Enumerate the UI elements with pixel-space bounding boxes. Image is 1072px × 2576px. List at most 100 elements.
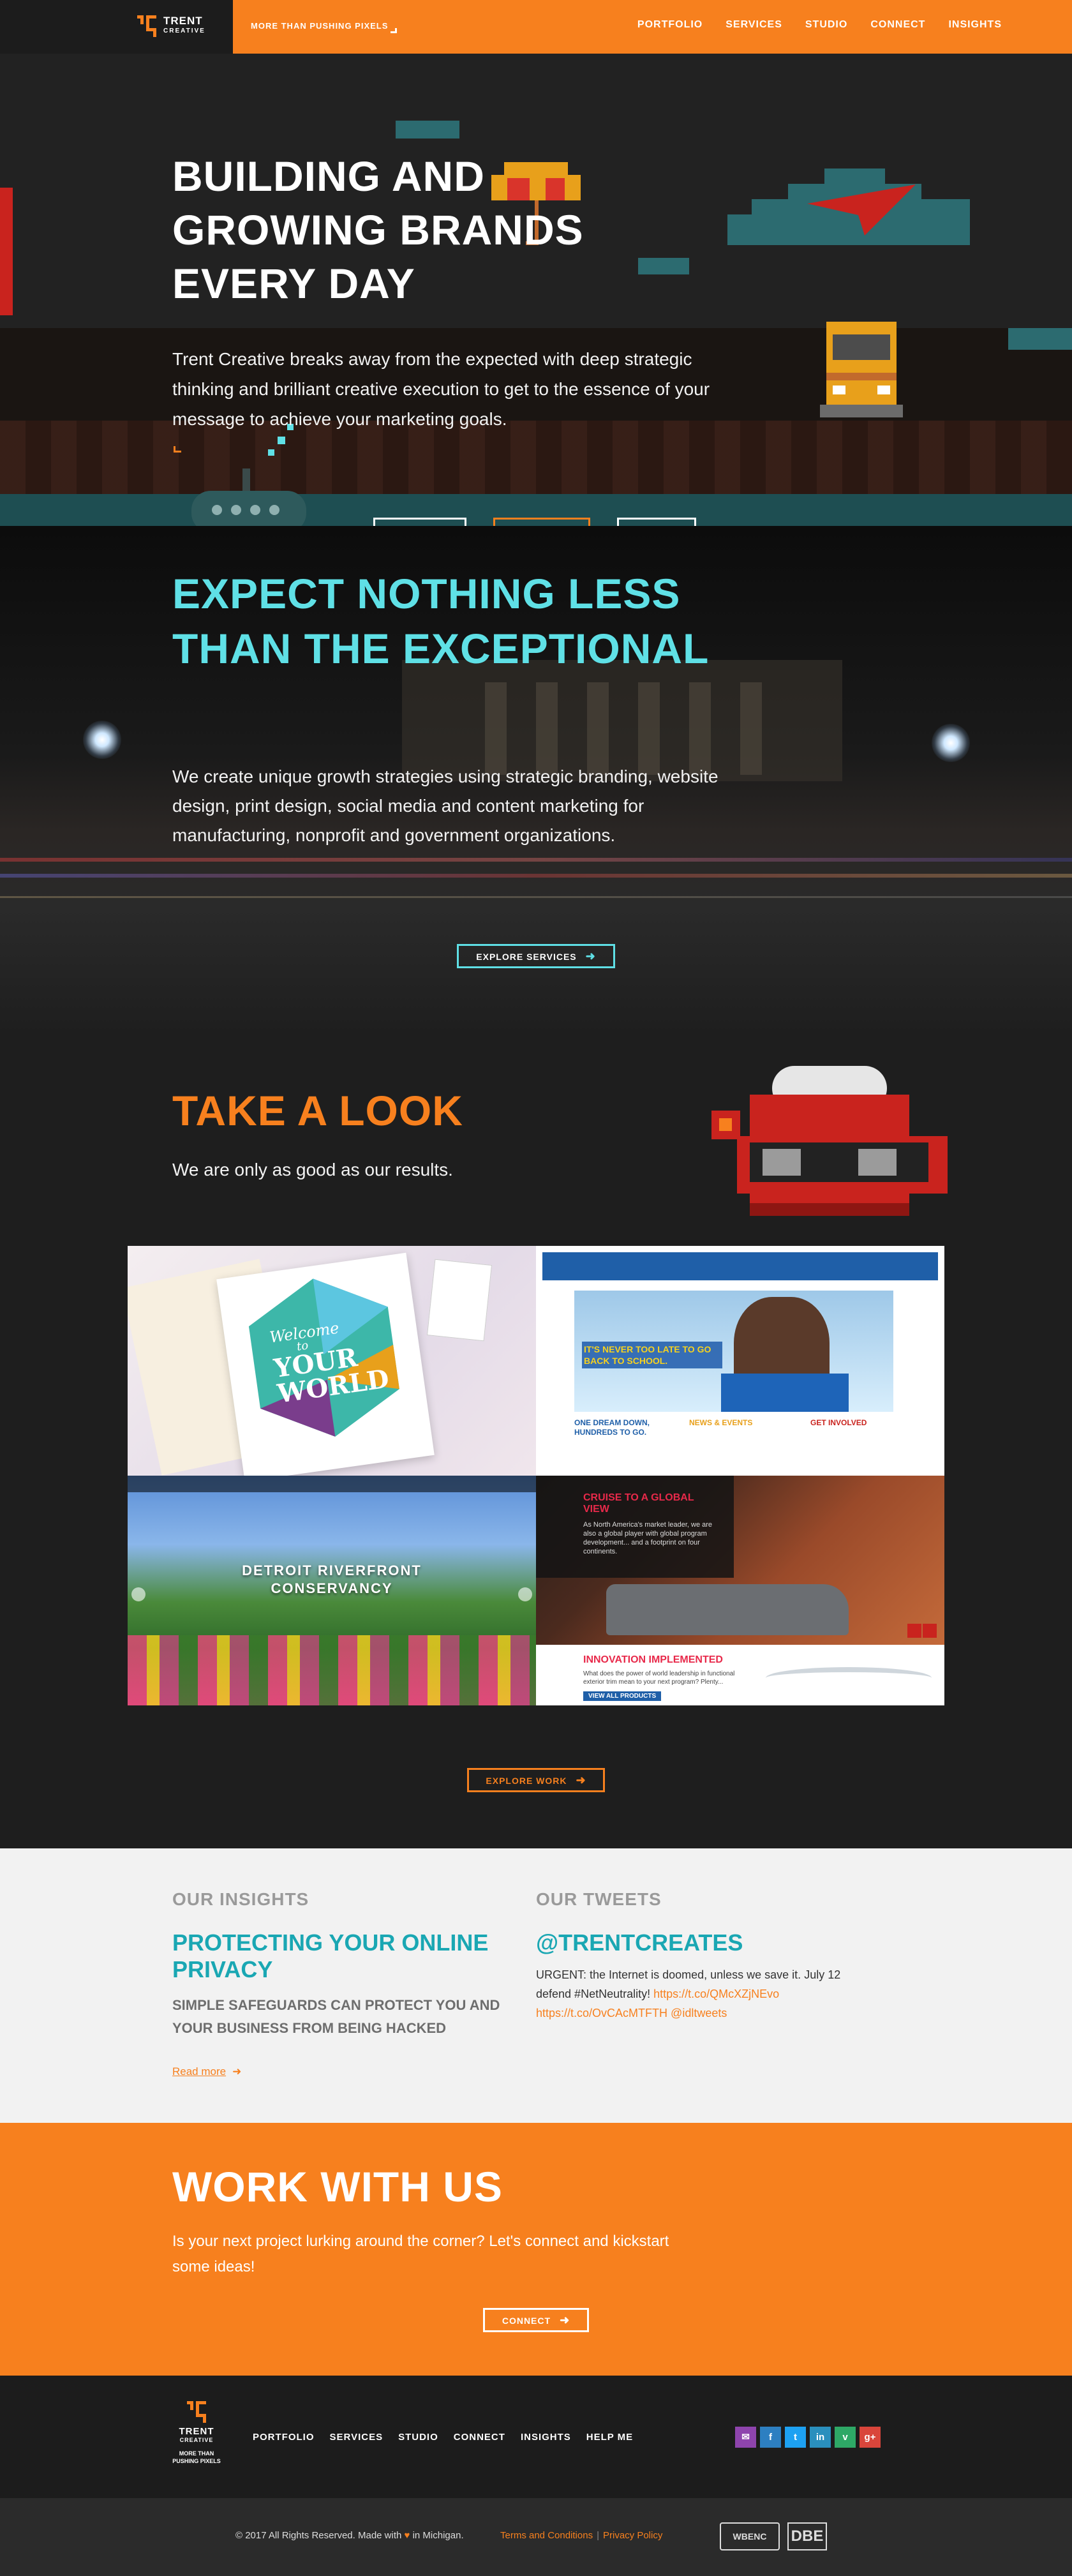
trent-logo-icon	[137, 15, 156, 37]
twitter-icon[interactable]: t	[785, 2427, 806, 2448]
footer-logo-wordmark: TRENT	[179, 2426, 214, 2437]
hug-me-button[interactable]: HUG ME	[617, 518, 696, 526]
building-column	[689, 682, 711, 775]
carousel-next-icon[interactable]	[518, 1587, 532, 1601]
terms-link[interactable]: Terms and Conditions	[500, 2530, 593, 2541]
portfolio-item-riverfront[interactable]: DETROIT RIVERFRONT CONSERVANCY	[128, 1476, 536, 1705]
site-col-2: NEWS & EVENTS	[689, 1418, 753, 1427]
connect-button[interactable]: CONNECT ➜	[483, 2308, 589, 2332]
main-nav: PORTFOLIO SERVICES STUDIO CONNECT INSIGH…	[637, 19, 1002, 31]
portfolio-item-trim-site[interactable]: CRUISE TO A GLOBAL VIEW As North America…	[536, 1476, 944, 1705]
light-trail	[0, 858, 1072, 862]
nav-services[interactable]: SERVICES	[726, 19, 782, 31]
logo-wordmark: TRENT	[163, 15, 203, 27]
contact-title: WORK WITH US	[172, 2163, 503, 2210]
connect-label: CONNECT	[502, 2316, 551, 2326]
linkedin-icon[interactable]: in	[810, 2427, 831, 2448]
footer-nav-studio[interactable]: STUDIO	[398, 2432, 438, 2443]
facebook-icon[interactable]: f	[760, 2427, 781, 2448]
explore-services-button[interactable]: EXPLORE SERVICES ➜	[457, 944, 615, 968]
footer-logo-subtitle: CREATIVE	[179, 2437, 214, 2443]
carousel-prev-icon[interactable]	[907, 1624, 921, 1638]
carousel-prev-icon[interactable]	[131, 1587, 145, 1601]
arrow-right-icon: ➜	[560, 2314, 570, 2326]
hero-buttons: WATCH ME SCROLL ME HUG ME	[373, 518, 696, 526]
contact-section: WORK WITH US Is your next project lurkin…	[0, 2123, 1072, 2376]
pixel-cloud-icon	[1008, 328, 1072, 350]
services-text: We create unique growth strategies using…	[172, 767, 718, 845]
pixel-paper-plane-icon	[807, 184, 916, 236]
site-headline: IT'S NEVER TOO LATE TO GO BACK TO SCHOOL…	[582, 1342, 722, 1368]
trent-logo-icon	[187, 2401, 206, 2423]
riverfront-title: DETROIT RIVERFRONT CONSERVANCY	[242, 1562, 422, 1596]
arrow-right-icon: ➜	[585, 950, 596, 962]
site-col-1: ONE DREAM DOWN, HUNDREDS TO GO.	[574, 1418, 650, 1437]
copyright-text: © 2017 All Rights Reserved. Made with	[235, 2530, 405, 2541]
site-footer: TRENT CREATIVE MORE THAN PUSHING PIXELS …	[0, 2376, 1072, 2498]
street-lamp-glow	[83, 721, 121, 759]
graduate-gown	[721, 1374, 849, 1412]
vimeo-icon[interactable]: v	[835, 2427, 856, 2448]
nav-connect[interactable]: CONNECT	[870, 19, 925, 31]
cruise-body: As North America's market leader, we are…	[583, 1521, 713, 1555]
innovation-body: What does the power of world leadership …	[583, 1670, 735, 1686]
flower-beds	[128, 1635, 536, 1705]
tweet-mention[interactable]: @idltweets	[671, 2007, 727, 2019]
portfolio-item-education-site[interactable]: IT'S NEVER TOO LATE TO GO BACK TO SCHOOL…	[536, 1246, 944, 1476]
view-all-products-link[interactable]: VIEW ALL PRODUCTS	[583, 1691, 662, 1701]
privacy-link[interactable]: Privacy Policy	[603, 2530, 662, 2541]
footer-logo[interactable]: TRENT CREATIVE MORE THAN PUSHING PIXELS	[171, 2401, 222, 2465]
nav-insights[interactable]: INSIGHTS	[948, 19, 1002, 31]
pixel-cloud-icon	[638, 258, 689, 274]
email-icon[interactable]: ✉	[735, 2427, 756, 2448]
pixel-cloud-icon	[396, 121, 459, 139]
hero-title: BUILDING AND GROWING BRANDS EVERY DAY	[172, 153, 584, 307]
footer-nav-services[interactable]: SERVICES	[330, 2432, 383, 2443]
footer-nav-help-me[interactable]: HELP ME	[586, 2432, 633, 2443]
light-trail	[0, 896, 1072, 898]
carousel-next-icon[interactable]	[923, 1624, 937, 1638]
footer-nav-insights[interactable]: INSIGHTS	[521, 2432, 571, 2443]
portfolio-item-welcome[interactable]: Welcome to YOUR WORLD	[128, 1246, 536, 1476]
insights-heading: OUR INSIGHTS	[172, 1889, 309, 1909]
wbenc-badge: WBENC	[720, 2522, 780, 2550]
brochure-cover: Welcome to YOUR WORLD	[216, 1252, 435, 1476]
copyright: © 2017 All Rights Reserved. Made with ♥ …	[235, 2530, 464, 2541]
tweet-link[interactable]: https://t.co/OvCAcMTFTH	[536, 2007, 667, 2019]
insight-title[interactable]: PROTECTING YOUR ONLINE PRIVACY	[172, 1929, 517, 1983]
read-more-label: Read more	[172, 2065, 227, 2078]
building-column	[536, 682, 558, 775]
explore-services-label: EXPLORE SERVICES	[476, 952, 577, 962]
logo-subtitle: CREATIVE	[163, 27, 205, 34]
footer-nav-portfolio[interactable]: PORTFOLIO	[253, 2432, 315, 2443]
nav-portfolio[interactable]: PORTFOLIO	[637, 19, 703, 31]
google-plus-icon[interactable]: g+	[860, 2427, 881, 2448]
scroll-me-button[interactable]: SCROLL ME	[493, 518, 590, 526]
site-col-3: GET INVOLVED	[810, 1418, 867, 1427]
hero-section: BUILDING AND GROWING BRANDS EVERY DAY Tr…	[0, 54, 1072, 526]
read-more-link[interactable]: Read more ➜	[172, 2065, 241, 2078]
tweet-link[interactable]: https://t.co/QMcXZjNEvo	[653, 1988, 779, 2000]
twitter-handle[interactable]: @TRENTCREATES	[536, 1929, 743, 1956]
portfolio-grid: Welcome to YOUR WORLD IT'S NEVER TOO LAT…	[128, 1246, 944, 1705]
explore-work-button[interactable]: EXPLORE WORK ➜	[467, 1768, 605, 1792]
watch-me-button[interactable]: WATCH ME	[373, 518, 466, 526]
services-section: EXPECT NOTHING LESS THAN THE EXCEPTIONAL…	[0, 526, 1072, 1035]
hero-intro: Trent Creative breaks away from the expe…	[172, 349, 710, 429]
footer-logo-tagline: MORE THAN PUSHING PIXELS	[172, 2450, 221, 2464]
footer-nav-connect[interactable]: CONNECT	[454, 2432, 505, 2443]
site-header-bar	[542, 1252, 938, 1280]
tweet-text: URGENT: the Internet is doomed, unless w…	[536, 1965, 868, 2023]
dbe-badge: DBE	[787, 2522, 827, 2550]
nav-studio[interactable]: STUDIO	[805, 19, 847, 31]
logo[interactable]: TRENT CREATIVE	[0, 0, 233, 54]
pixel-viewmaster-icon	[711, 1066, 948, 1216]
portfolio-title: TAKE A LOOK	[172, 1087, 463, 1134]
tagline: MORE THAN PUSHING PIXELS	[251, 21, 389, 31]
tweets-heading: OUR TWEETS	[536, 1889, 662, 1909]
social-links: ✉ f t in v g+	[735, 2427, 881, 2448]
portfolio-subtitle: We are only as good as our results.	[172, 1160, 453, 1179]
link-separator: |	[597, 2530, 599, 2541]
building-column	[587, 682, 609, 775]
copyright-location: in Michigan.	[410, 2530, 464, 2541]
